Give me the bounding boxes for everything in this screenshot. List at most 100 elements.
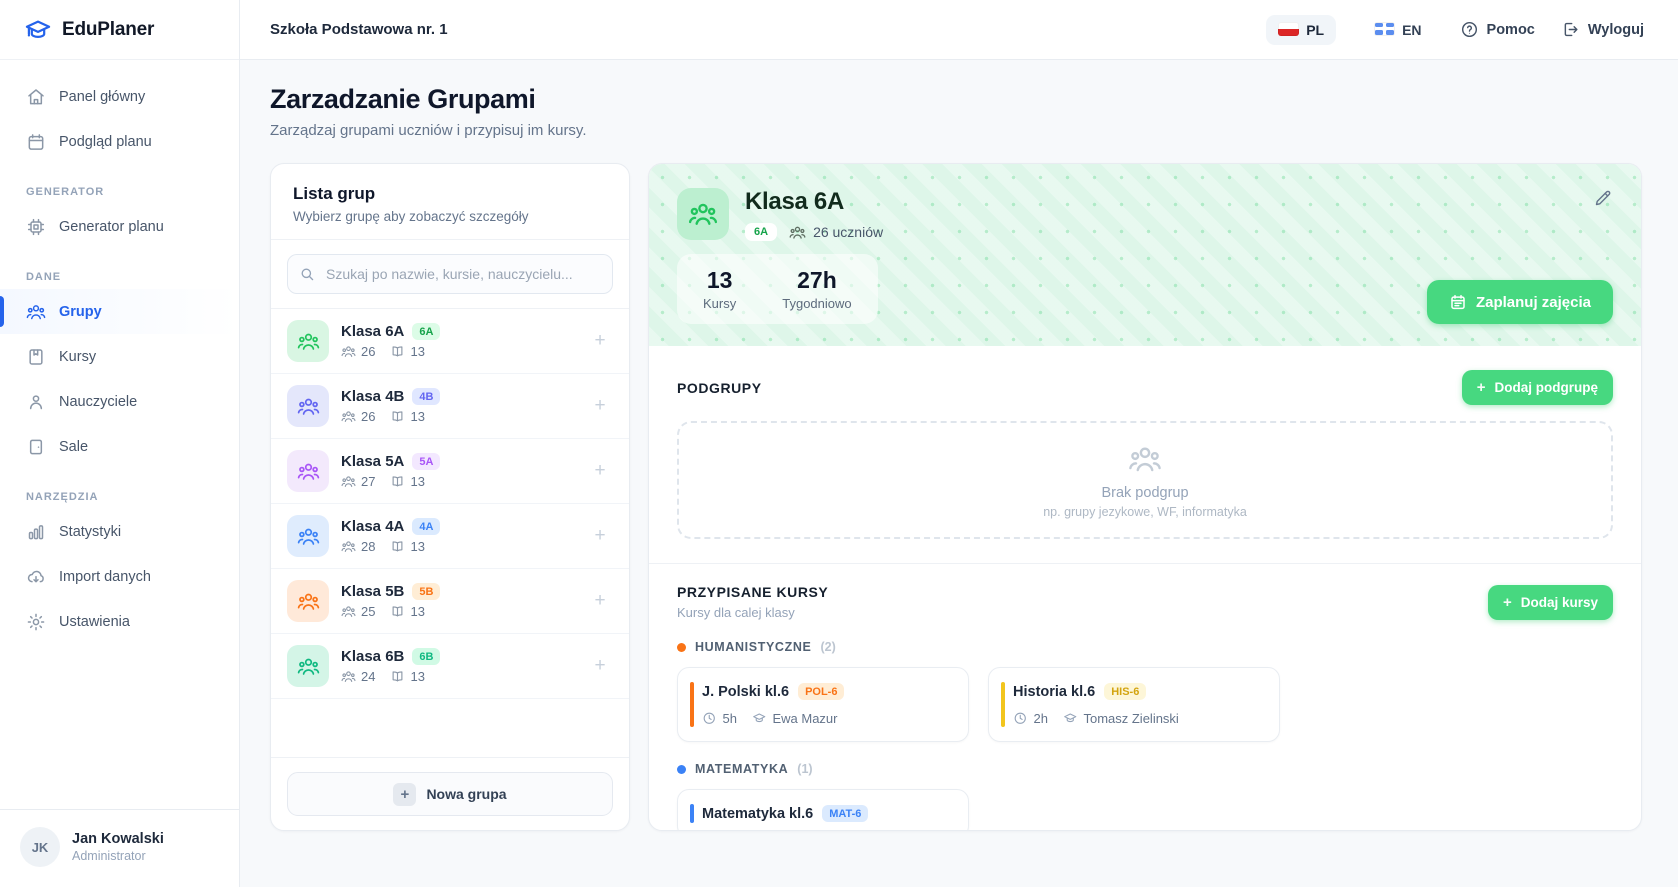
user-profile[interactable]: JK Jan Kowalski Administrator [0,809,239,887]
students-count: 26 [341,409,375,424]
add-to-group-button[interactable]: + [587,655,613,677]
add-to-group-button[interactable]: + [587,590,613,612]
add-courses-button[interactable]: + Dodaj kursy [1487,584,1613,620]
group-badge: 4A [412,518,441,535]
group-row-5b[interactable]: Klasa 5B 5B 25 13 + [271,569,629,634]
sidebar-item-statystyki[interactable]: Statystyki [0,509,239,554]
course-hours: 2h [1013,711,1048,726]
users-icon [341,606,356,617]
users-icon [341,346,356,357]
assigned-courses-section: PRZYPISANE KURSY Kursy dla calej klasy +… [649,563,1641,830]
course-card-his-6[interactable]: Historia kl.6 HIS-6 2h Tomasz Zielinski [988,667,1280,742]
users-icon [297,593,319,610]
user-name: Jan Kowalski [72,831,164,847]
group-row-5a[interactable]: Klasa 5A 5A 27 13 + [271,439,629,504]
nav-section-label: DANE [26,271,62,283]
page-title: Zarzadzanie Grupami [270,84,536,114]
sidebar-item-kursy[interactable]: Kursy [0,334,239,379]
logout-icon [1564,22,1578,37]
sidebar-item-grupy[interactable]: Grupy [0,289,239,334]
sidebar-item-label: Nauczyciele [59,393,138,410]
course-card-pol-6[interactable]: J. Polski kl.6 POL-6 5h Ewa Mazur [677,667,969,742]
group-list-panel: Lista grup Wybierz grupę aby zobaczyć sz… [270,163,630,831]
group-name: Klasa 6A [745,188,844,215]
group-list-subtitle: Wybierz grupę aby zobaczyć szczegóły [293,209,529,224]
add-to-group-button[interactable]: + [587,525,613,547]
group-row-6a[interactable]: Klasa 6A 6A 26 13 + [271,309,629,374]
courses-count: 13 [390,539,425,554]
group-students: 26 uczniów [789,224,883,241]
group-row-6b[interactable]: Klasa 6B 6B 24 13 + [271,634,629,699]
teacher-icon [1064,713,1077,723]
calendar-icon [28,133,44,150]
new-group-label: Nowa grupa [426,786,507,802]
group-rows: Klasa 6A 6A 26 13 + Klasa 4B 4B 26 13 + Klasa 5A 5A… [271,309,629,757]
subgroups-empty-title: Brak podgrup [1101,484,1189,501]
language-en-button[interactable]: EN [1362,15,1433,45]
course-title: Historia kl.6 [1013,683,1096,700]
help-label: Pomoc [1486,21,1535,38]
sidebar-item-generator-planu[interactable]: Generator planu [0,204,239,249]
sidebar-item-ustawienia[interactable]: Ustawienia [0,599,239,644]
group-badge: 6B [412,648,441,665]
schedule-classes-button[interactable]: Zaplanuj zajęcia [1426,280,1613,324]
course-categories: HUMANISTYCZNE (2) J. Polski kl.6 POL-6 5h Ewa… [677,640,1613,830]
group-icon-tile [677,188,729,240]
group-badge: 6A [412,323,441,340]
add-to-group-button[interactable]: + [587,460,613,482]
group-badge: 5A [412,453,441,470]
group-detail-header: Klasa 6A 6A 26 uczniów 13 Kursy 27h Tygo… [649,164,1641,346]
users-icon [341,476,356,487]
group-search-input[interactable] [287,254,613,294]
category-count: (2) [820,640,836,654]
calendar-icon [1451,294,1465,310]
help-button[interactable]: Pomoc [1460,20,1535,39]
plus-icon: + [393,782,417,806]
courses-count: 13 [390,474,425,489]
sidebar-item-label: Import danych [59,568,151,585]
cpu-icon [27,218,45,235]
group-row-4a[interactable]: Klasa 4A 4A 28 13 + [271,504,629,569]
edit-group-button[interactable] [1593,188,1613,213]
group-name: Klasa 4A [341,518,405,535]
sidebar-item-podgl-d-planu[interactable]: Podgląd planu [0,119,239,164]
users-icon [297,658,319,675]
subgroups-empty-state: Brak podgrup np. grupy jezykowe, WF, inf… [677,421,1613,539]
course-card-mat-6[interactable]: Matematyka kl.6 MAT-6 [677,789,969,830]
group-tile [287,320,329,362]
add-to-group-button[interactable]: + [587,395,613,417]
stat-courses-value: 13 [706,267,733,293]
graduation-cap-icon [25,19,51,38]
sidebar-item-sale[interactable]: Sale [0,424,239,469]
course-code-badge: POL-6 [798,683,845,700]
new-group-button[interactable]: + Nowa grupa [287,772,613,816]
category-name: MATEMATYKA [695,762,789,776]
group-tile [287,385,329,427]
sidebar-item-label: Generator planu [59,218,164,235]
question-circle-icon [1461,21,1477,38]
sidebar-item-label: Ustawienia [59,613,130,630]
sidebar-item-import-danych[interactable]: Import danych [0,554,239,599]
language-pl-button[interactable]: PL [1266,14,1337,45]
search-icon [301,268,314,281]
sidebar-item-label: Kursy [59,348,97,365]
topbar: Szkoła Podstawowa nr. 1 PL EN Pomoc Wylo… [240,0,1678,60]
users-icon [26,304,46,319]
add-subgroup-button[interactable]: + Dodaj podgrupę [1461,370,1613,405]
clock-icon [1014,712,1026,725]
logout-button[interactable]: Wyloguj [1561,20,1644,39]
course-hours: 5h [702,711,737,726]
students-count: 27 [341,474,375,489]
courses-count: 13 [390,669,425,684]
students-count: 24 [341,669,375,684]
course-category-header: MATEMATYKA (1) [677,762,1613,776]
add-to-group-button[interactable]: + [587,330,613,352]
group-row-4b[interactable]: Klasa 4B 4B 26 13 + [271,374,629,439]
open-book-icon [393,411,403,422]
language-pl-label: PL [1306,21,1325,38]
course-accent-bar [690,804,694,823]
sidebar-item-nauczyciele[interactable]: Nauczyciele [0,379,239,424]
sidebar-item-panel-g-wny[interactable]: Panel główny [0,74,239,119]
users-icon [297,333,319,350]
students-count: 26 [341,344,375,359]
